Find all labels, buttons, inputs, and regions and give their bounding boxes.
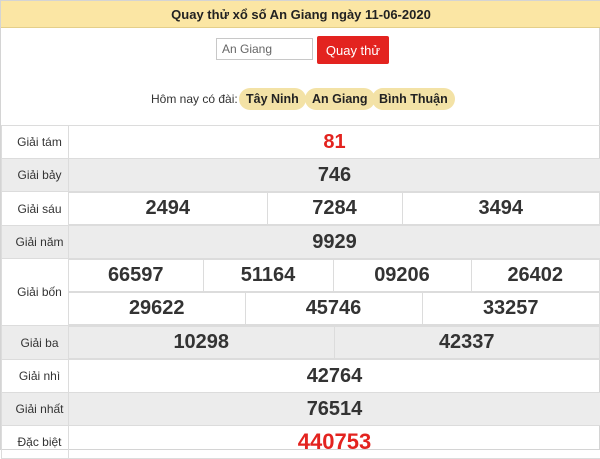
results-panel: Quay thử xổ số An Giang ngày 11-06-2020 … bbox=[0, 0, 600, 450]
prize-row-special: Đặc biệt 440753 bbox=[2, 426, 600, 459]
station-pill-binh-thuan[interactable]: Bình Thuận bbox=[372, 88, 455, 110]
prize-number: 10298 bbox=[69, 327, 334, 359]
prize-row-g4: Giải bốn 66597 51164 09206 26402 29622 4… bbox=[2, 259, 600, 326]
spin-button[interactable]: Quay thử bbox=[317, 36, 389, 64]
prize-number: 9929 bbox=[69, 226, 600, 259]
today-stations: Hôm nay có đài: Tây Ninh An Giang Bình T… bbox=[1, 88, 600, 110]
prize-number: 7284 bbox=[267, 193, 402, 225]
controls-bar: Quay thử bbox=[1, 36, 600, 64]
prize-number: 26402 bbox=[471, 260, 600, 292]
prize-label: Giải nhất bbox=[2, 393, 69, 426]
prize-label: Đặc biệt bbox=[2, 426, 69, 459]
prize-number: 81 bbox=[69, 126, 600, 159]
province-input[interactable] bbox=[216, 38, 313, 60]
prize-number: 3494 bbox=[402, 193, 600, 225]
prize-number: 29622 bbox=[69, 293, 245, 325]
prize-label: Giải bốn bbox=[2, 259, 69, 326]
prize-number: 45746 bbox=[245, 293, 422, 325]
prize-number: 33257 bbox=[422, 293, 600, 325]
prize-row-g8: Giải tám 81 bbox=[2, 126, 600, 159]
prize-label: Giải năm bbox=[2, 226, 69, 259]
results-table: Giải tám 81 Giải bảy 746 Giải sáu 2494 7… bbox=[1, 125, 600, 459]
prize-label: Giải sáu bbox=[2, 192, 69, 226]
prize-number: 09206 bbox=[333, 260, 471, 292]
today-label: Hôm nay có đài: bbox=[151, 92, 238, 106]
prize-row-g1: Giải nhất 76514 bbox=[2, 393, 600, 426]
prize-number: 42337 bbox=[334, 327, 600, 359]
special-prize-number: 440753 bbox=[69, 426, 600, 459]
prize-number: 42764 bbox=[69, 360, 600, 393]
prize-label: Giải nhì bbox=[2, 360, 69, 393]
station-pill-tay-ninh[interactable]: Tây Ninh bbox=[239, 88, 306, 110]
prize-number: 2494 bbox=[69, 193, 267, 225]
prize-label: Giải bảy bbox=[2, 159, 69, 192]
prize-label: Giải tám bbox=[2, 126, 69, 159]
prize-row-g2: Giải nhì 42764 bbox=[2, 360, 600, 393]
prize-row-g7: Giải bảy 746 bbox=[2, 159, 600, 192]
prize-label: Giải ba bbox=[2, 326, 69, 360]
station-pill-an-giang[interactable]: An Giang bbox=[305, 88, 375, 110]
prize-number: 66597 bbox=[69, 260, 203, 292]
prize-row-g3: Giải ba 10298 42337 bbox=[2, 326, 600, 360]
prize-number: 746 bbox=[69, 159, 600, 192]
prize-number: 76514 bbox=[69, 393, 600, 426]
prize-row-g6: Giải sáu 2494 7284 3494 bbox=[2, 192, 600, 226]
prize-row-g5: Giải năm 9929 bbox=[2, 226, 600, 259]
prize-number: 51164 bbox=[203, 260, 333, 292]
page-title: Quay thử xổ số An Giang ngày 11-06-2020 bbox=[1, 1, 600, 28]
